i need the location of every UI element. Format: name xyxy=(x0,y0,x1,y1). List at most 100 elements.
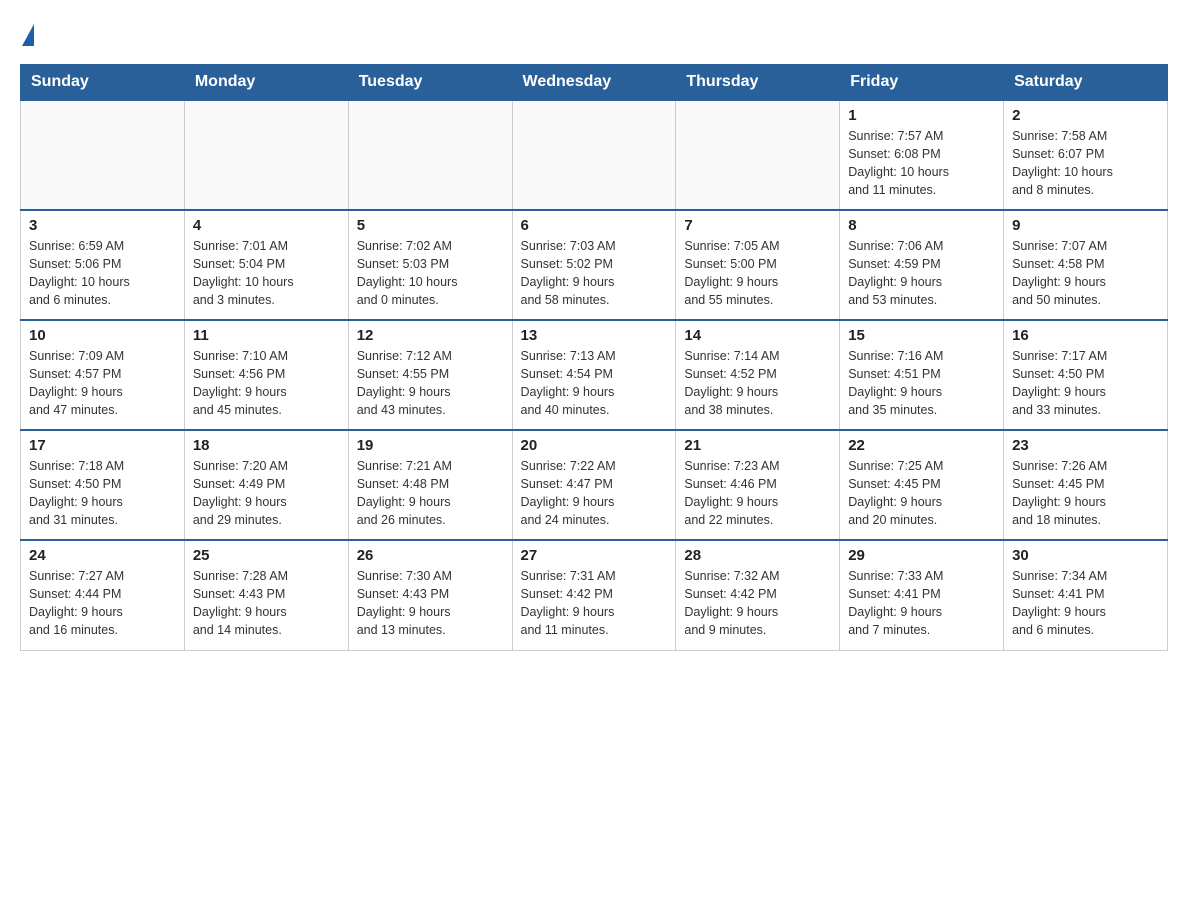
day-number: 15 xyxy=(848,327,995,344)
calendar-cell: 26 Sunrise: 7:30 AM Sunset: 4:43 PM Dayli… xyxy=(348,540,512,650)
calendar-cell: 19 Sunrise: 7:21 AM Sunset: 4:48 PM Dayli… xyxy=(348,430,512,540)
calendar-cell: 3 Sunrise: 6:59 AM Sunset: 5:06 PM Daylig… xyxy=(21,210,185,320)
logo-triangle-icon xyxy=(22,24,34,46)
calendar-cell: 20 Sunrise: 7:22 AM Sunset: 4:47 PM Dayli… xyxy=(512,430,676,540)
calendar-cell: 1 Sunrise: 7:57 AM Sunset: 6:08 PM Daylig… xyxy=(840,100,1004,210)
calendar-cell: 18 Sunrise: 7:20 AM Sunset: 4:49 PM Dayli… xyxy=(184,430,348,540)
calendar-cell: 28 Sunrise: 7:32 AM Sunset: 4:42 PM Dayli… xyxy=(676,540,840,650)
day-number: 4 xyxy=(193,217,340,234)
calendar-cell xyxy=(348,100,512,210)
calendar-cell xyxy=(676,100,840,210)
header-wednesday: Wednesday xyxy=(512,65,676,101)
sun-info: Sunrise: 7:57 AM Sunset: 6:08 PM Dayligh… xyxy=(848,127,995,200)
sun-info: Sunrise: 7:23 AM Sunset: 4:46 PM Dayligh… xyxy=(684,457,831,530)
day-number: 24 xyxy=(29,547,176,564)
calendar-cell: 9 Sunrise: 7:07 AM Sunset: 4:58 PM Daylig… xyxy=(1004,210,1168,320)
day-number: 19 xyxy=(357,437,504,454)
day-number: 9 xyxy=(1012,217,1159,234)
sun-info: Sunrise: 7:22 AM Sunset: 4:47 PM Dayligh… xyxy=(521,457,668,530)
day-number: 2 xyxy=(1012,107,1159,124)
calendar-cell: 15 Sunrise: 7:16 AM Sunset: 4:51 PM Dayli… xyxy=(840,320,1004,430)
sun-info: Sunrise: 7:17 AM Sunset: 4:50 PM Dayligh… xyxy=(1012,347,1159,420)
sun-info: Sunrise: 7:12 AM Sunset: 4:55 PM Dayligh… xyxy=(357,347,504,420)
calendar-cell: 13 Sunrise: 7:13 AM Sunset: 4:54 PM Dayli… xyxy=(512,320,676,430)
calendar-cell: 24 Sunrise: 7:27 AM Sunset: 4:44 PM Dayli… xyxy=(21,540,185,650)
calendar-cell: 6 Sunrise: 7:03 AM Sunset: 5:02 PM Daylig… xyxy=(512,210,676,320)
calendar-cell xyxy=(512,100,676,210)
calendar-cell: 22 Sunrise: 7:25 AM Sunset: 4:45 PM Dayli… xyxy=(840,430,1004,540)
calendar-cell: 5 Sunrise: 7:02 AM Sunset: 5:03 PM Daylig… xyxy=(348,210,512,320)
calendar-cell: 23Sunrise: 7:26 AM Sunset: 4:45 PM Dayli… xyxy=(1004,430,1168,540)
calendar-cell: 11 Sunrise: 7:10 AM Sunset: 4:56 PM Dayli… xyxy=(184,320,348,430)
sun-info: Sunrise: 7:58 AM Sunset: 6:07 PM Dayligh… xyxy=(1012,127,1159,200)
day-number: 3 xyxy=(29,217,176,234)
sun-info: Sunrise: 7:13 AM Sunset: 4:54 PM Dayligh… xyxy=(521,347,668,420)
week-row-3: 10 Sunrise: 7:09 AM Sunset: 4:57 PM Dayli… xyxy=(21,320,1168,430)
sun-info: Sunrise: 7:01 AM Sunset: 5:04 PM Dayligh… xyxy=(193,237,340,310)
sun-info: Sunrise: 7:20 AM Sunset: 4:49 PM Dayligh… xyxy=(193,457,340,530)
calendar-cell: 2 Sunrise: 7:58 AM Sunset: 6:07 PM Daylig… xyxy=(1004,100,1168,210)
sun-info: Sunrise: 7:03 AM Sunset: 5:02 PM Dayligh… xyxy=(521,237,668,310)
header-thursday: Thursday xyxy=(676,65,840,101)
week-row-2: 3 Sunrise: 6:59 AM Sunset: 5:06 PM Daylig… xyxy=(21,210,1168,320)
sun-info: Sunrise: 7:32 AM Sunset: 4:42 PM Dayligh… xyxy=(684,567,831,640)
sun-info: Sunrise: 7:16 AM Sunset: 4:51 PM Dayligh… xyxy=(848,347,995,420)
calendar-cell: 12 Sunrise: 7:12 AM Sunset: 4:55 PM Dayli… xyxy=(348,320,512,430)
day-number: 8 xyxy=(848,217,995,234)
day-number: 23 xyxy=(1012,437,1159,454)
day-number: 5 xyxy=(357,217,504,234)
sun-info: Sunrise: 7:25 AM Sunset: 4:45 PM Dayligh… xyxy=(848,457,995,530)
sun-info: Sunrise: 7:34 AM Sunset: 4:41 PM Dayligh… xyxy=(1012,567,1159,640)
days-header-row: SundayMondayTuesdayWednesdayThursdayFrid… xyxy=(21,65,1168,101)
day-number: 17 xyxy=(29,437,176,454)
header-friday: Friday xyxy=(840,65,1004,101)
header-saturday: Saturday xyxy=(1004,65,1168,101)
day-number: 21 xyxy=(684,437,831,454)
day-number: 14 xyxy=(684,327,831,344)
sun-info: Sunrise: 7:28 AM Sunset: 4:43 PM Dayligh… xyxy=(193,567,340,640)
sun-info: Sunrise: 7:09 AM Sunset: 4:57 PM Dayligh… xyxy=(29,347,176,420)
calendar-cell: 17Sunrise: 7:18 AM Sunset: 4:50 PM Dayli… xyxy=(21,430,185,540)
sun-info: Sunrise: 7:07 AM Sunset: 4:58 PM Dayligh… xyxy=(1012,237,1159,310)
day-number: 10 xyxy=(29,327,176,344)
sun-info: Sunrise: 7:10 AM Sunset: 4:56 PM Dayligh… xyxy=(193,347,340,420)
sun-info: Sunrise: 7:05 AM Sunset: 5:00 PM Dayligh… xyxy=(684,237,831,310)
calendar-cell xyxy=(184,100,348,210)
sun-info: Sunrise: 7:06 AM Sunset: 4:59 PM Dayligh… xyxy=(848,237,995,310)
day-number: 30 xyxy=(1012,547,1159,564)
sun-info: Sunrise: 7:02 AM Sunset: 5:03 PM Dayligh… xyxy=(357,237,504,310)
calendar-cell: 7 Sunrise: 7:05 AM Sunset: 5:00 PM Daylig… xyxy=(676,210,840,320)
day-number: 13 xyxy=(521,327,668,344)
calendar-cell: 10 Sunrise: 7:09 AM Sunset: 4:57 PM Dayli… xyxy=(21,320,185,430)
header-sunday: Sunday xyxy=(21,65,185,101)
sun-info: Sunrise: 7:21 AM Sunset: 4:48 PM Dayligh… xyxy=(357,457,504,530)
day-number: 16 xyxy=(1012,327,1159,344)
day-number: 7 xyxy=(684,217,831,234)
day-number: 22 xyxy=(848,437,995,454)
calendar-cell: 25Sunrise: 7:28 AM Sunset: 4:43 PM Dayli… xyxy=(184,540,348,650)
calendar-cell: 16 Sunrise: 7:17 AM Sunset: 4:50 PM Dayli… xyxy=(1004,320,1168,430)
sun-info: Sunrise: 6:59 AM Sunset: 5:06 PM Dayligh… xyxy=(29,237,176,310)
day-number: 11 xyxy=(193,327,340,344)
day-number: 26 xyxy=(357,547,504,564)
calendar-table: SundayMondayTuesdayWednesdayThursdayFrid… xyxy=(20,64,1168,651)
week-row-5: 24 Sunrise: 7:27 AM Sunset: 4:44 PM Dayli… xyxy=(21,540,1168,650)
day-number: 29 xyxy=(848,547,995,564)
sun-info: Sunrise: 7:33 AM Sunset: 4:41 PM Dayligh… xyxy=(848,567,995,640)
header-monday: Monday xyxy=(184,65,348,101)
day-number: 27 xyxy=(521,547,668,564)
week-row-1: 1 Sunrise: 7:57 AM Sunset: 6:08 PM Daylig… xyxy=(21,100,1168,210)
header-tuesday: Tuesday xyxy=(348,65,512,101)
day-number: 20 xyxy=(521,437,668,454)
sun-info: Sunrise: 7:27 AM Sunset: 4:44 PM Dayligh… xyxy=(29,567,176,640)
day-number: 6 xyxy=(521,217,668,234)
week-row-4: 17Sunrise: 7:18 AM Sunset: 4:50 PM Dayli… xyxy=(21,430,1168,540)
day-number: 28 xyxy=(684,547,831,564)
day-number: 18 xyxy=(193,437,340,454)
sun-info: Sunrise: 7:30 AM Sunset: 4:43 PM Dayligh… xyxy=(357,567,504,640)
sun-info: Sunrise: 7:31 AM Sunset: 4:42 PM Dayligh… xyxy=(521,567,668,640)
day-number: 1 xyxy=(848,107,995,124)
day-number: 12 xyxy=(357,327,504,344)
logo xyxy=(20,20,34,46)
calendar-cell: 27 Sunrise: 7:31 AM Sunset: 4:42 PM Dayli… xyxy=(512,540,676,650)
